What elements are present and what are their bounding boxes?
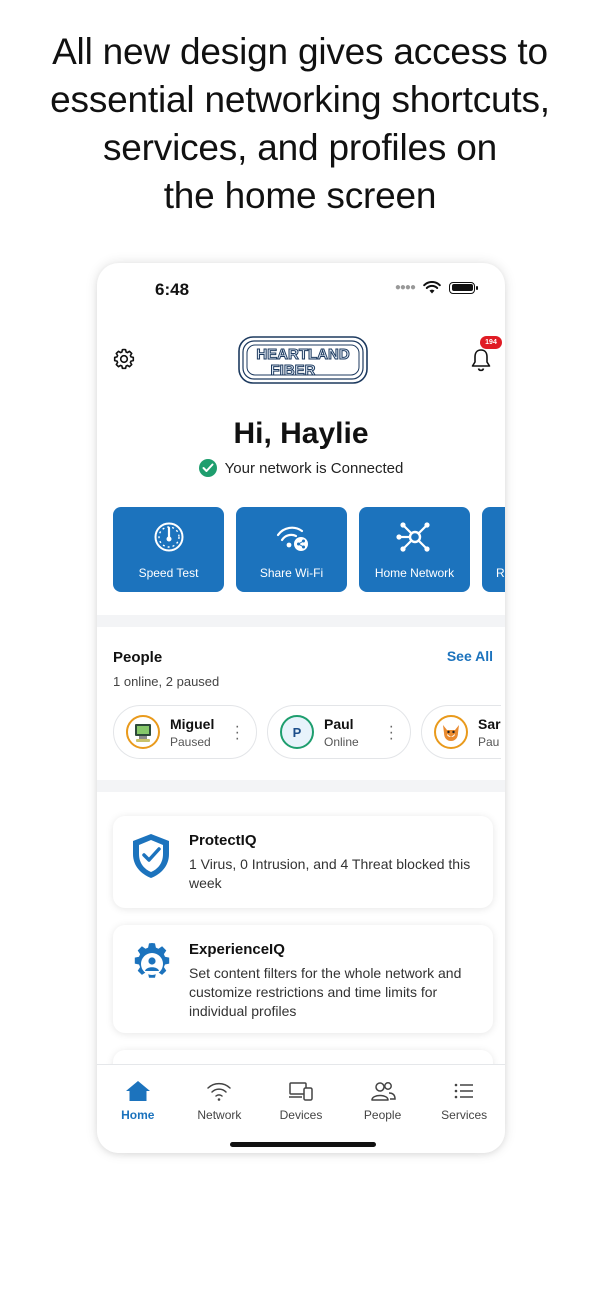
card-title: ProtectIQ xyxy=(189,832,257,849)
person-state: Pau xyxy=(478,734,500,749)
tab-services[interactable]: Services xyxy=(423,1065,505,1153)
headline-line: All new design gives access to xyxy=(52,31,548,72)
devices-icon xyxy=(288,1082,313,1101)
speedometer-icon xyxy=(154,522,183,552)
quick-action-partial-button[interactable]: Re xyxy=(482,507,505,592)
tab-label: People xyxy=(363,1108,402,1122)
person-chip-sar[interactable]: Sar Pau xyxy=(421,705,501,759)
tab-people[interactable]: People xyxy=(342,1065,424,1153)
person-name: Miguel xyxy=(170,715,215,732)
person-chip-miguel[interactable]: Miguel Paused · · · xyxy=(113,705,257,759)
person-name: Paul xyxy=(324,715,354,732)
avatar xyxy=(434,715,468,749)
phone-screen: 6:48 ●●●● HEARTLAND FIBER 194 Hi, Haylie xyxy=(97,263,505,1153)
greeting-title: Hi, Haylie xyxy=(233,417,369,450)
person-name: Sar xyxy=(478,715,501,732)
quick-actions: Speed Test Share Wi-Fi Home Network R xyxy=(113,507,505,592)
shield-check-icon xyxy=(133,834,169,878)
card-description: Set content filters for the whole networ… xyxy=(189,965,462,1019)
speed-test-button[interactable]: Speed Test xyxy=(113,507,224,592)
avatar: P xyxy=(280,715,314,749)
people-icon xyxy=(370,1082,396,1101)
headline-line: services, and profiles on xyxy=(103,127,497,168)
list-icon xyxy=(454,1083,474,1099)
notification-badge: 194 xyxy=(480,336,502,349)
tab-label: Home xyxy=(121,1108,155,1122)
people-list: Miguel Paused ··· P Paul Online ··· xyxy=(113,705,501,759)
status-time: 6:48 xyxy=(155,280,190,299)
tab-devices[interactable]: Devices xyxy=(260,1065,342,1153)
share-wifi-icon xyxy=(276,526,308,551)
signal-icon: ●●●● xyxy=(394,282,416,293)
headline-line: essential networking shortcuts, xyxy=(50,79,550,120)
action-label: Home Network xyxy=(374,566,455,580)
wifi-status-icon xyxy=(423,281,441,294)
network-hub-icon xyxy=(395,522,430,552)
experienceiq-card[interactable]: ExperienceIQ Set content filters for the… xyxy=(113,925,493,1033)
card-title: ExperienceIQ xyxy=(189,941,285,958)
status-icons: ●●●● xyxy=(394,281,478,294)
tab-network[interactable]: Network xyxy=(179,1065,261,1153)
home-network-button[interactable]: Home Network xyxy=(359,507,470,592)
network-status: Your network is Connected xyxy=(97,459,505,477)
people-section-title: People xyxy=(113,649,163,666)
avatar xyxy=(126,715,160,749)
see-all-link[interactable]: See All xyxy=(447,648,493,664)
more-options-icon[interactable]: · · · xyxy=(235,719,240,747)
action-label: Re xyxy=(496,566,505,580)
protectiq-card[interactable]: ProtectIQ 1 Virus, 0 Intrusion, and 4 Th… xyxy=(113,816,493,908)
section-divider xyxy=(97,615,505,627)
more-options-icon[interactable]: · · · xyxy=(389,719,394,747)
people-summary: 1 online, 2 paused xyxy=(113,674,220,689)
network-status-text: Your network is Connected xyxy=(224,459,404,477)
logo-text-top: HEARTLAND xyxy=(256,346,349,363)
gear-person-icon xyxy=(134,943,170,978)
action-label: Speed Test xyxy=(138,566,199,580)
person-state: Paused xyxy=(170,734,211,749)
tab-home[interactable]: Home xyxy=(97,1065,179,1153)
connected-check-icon xyxy=(198,459,217,477)
notification-bell-icon[interactable] xyxy=(469,347,493,373)
headline-line: the home screen xyxy=(163,175,437,216)
home-indicator[interactable] xyxy=(230,1142,376,1147)
person-state: Online xyxy=(324,734,359,749)
share-wifi-button[interactable]: Share Wi-Fi xyxy=(236,507,347,592)
battery-icon xyxy=(449,281,478,294)
section-divider xyxy=(97,780,505,792)
tab-label: Devices xyxy=(279,1108,323,1122)
action-label: Share Wi-Fi xyxy=(259,566,324,580)
settings-gear-icon[interactable] xyxy=(112,347,136,371)
person-chip-paul[interactable]: P Paul Online · · · xyxy=(267,705,411,759)
tab-label: Services xyxy=(441,1108,488,1122)
card-description: 1 Virus, 0 Intrusion, and 4 Threat block… xyxy=(189,856,471,891)
wifi-icon xyxy=(207,1082,232,1101)
tab-label: Network xyxy=(197,1108,242,1122)
promo-headline: All new design gives access to essential… xyxy=(0,28,600,220)
fox-avatar-icon xyxy=(443,725,459,741)
heartland-fiber-logo: HEARTLAND FIBER xyxy=(237,335,369,385)
computer-avatar-icon xyxy=(135,724,151,742)
home-icon xyxy=(125,1081,150,1101)
bottom-tab-bar: Home Network Devices People Services xyxy=(97,1064,505,1153)
logo-text-bottom: FIBER xyxy=(271,362,316,379)
